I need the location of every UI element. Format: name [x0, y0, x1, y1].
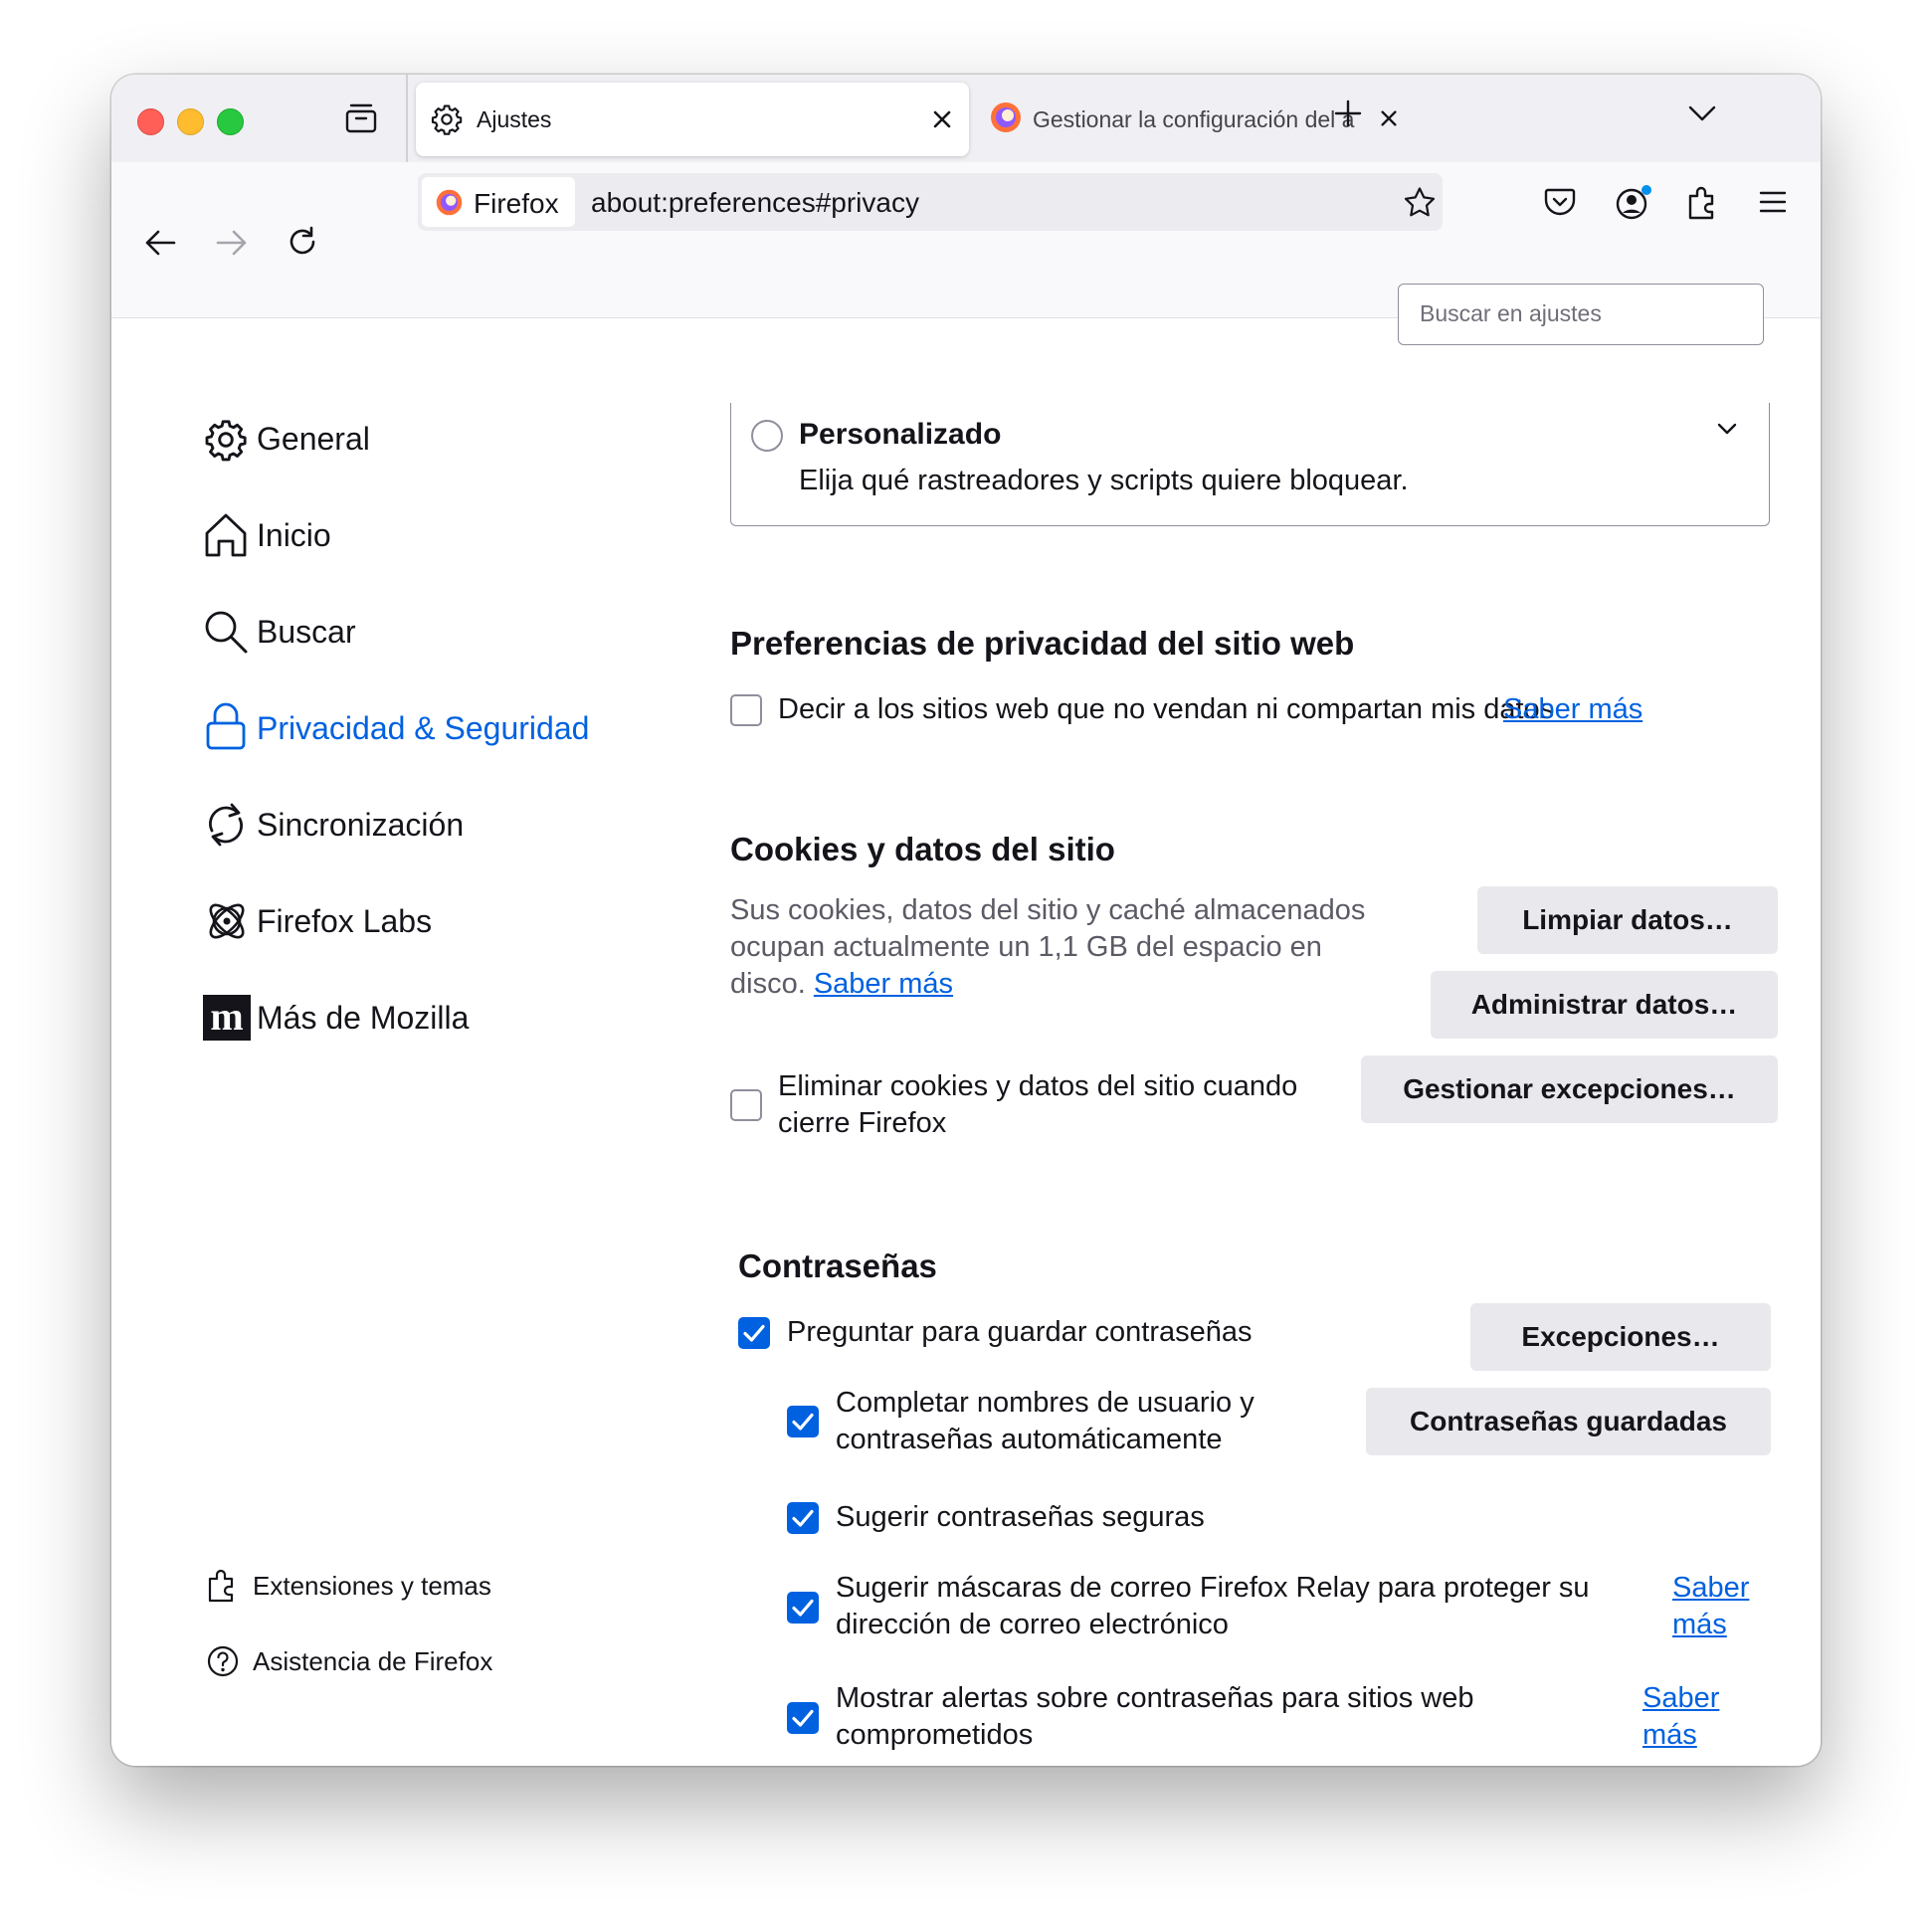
tracking-custom-option[interactable]: Personalizado Elija qué rastreadores y s…	[730, 403, 1770, 526]
identity-box[interactable]: Firefox	[422, 177, 575, 227]
do-not-sell-checkbox[interactable]	[730, 694, 762, 726]
tab-separator	[406, 75, 408, 162]
saved-passwords-button[interactable]: Contraseñas guardadas	[1366, 1388, 1771, 1455]
checkmark-icon	[792, 1413, 814, 1431]
menu-hamburger-icon[interactable]	[1758, 189, 1788, 215]
url-text[interactable]: about:preferences#privacy	[591, 187, 919, 219]
lock-icon	[206, 702, 246, 750]
delete-on-close-label: Eliminar cookies y datos del sitio cuand…	[778, 1070, 1298, 1139]
manage-exceptions-button[interactable]: Gestionar excepciones…	[1361, 1055, 1778, 1123]
site-privacy-learn-more-link[interactable]: Saber más	[1503, 691, 1642, 728]
settings-search-box[interactable]	[1398, 284, 1764, 345]
minimize-window-button[interactable]	[177, 108, 204, 135]
mozilla-m-icon: m	[203, 995, 251, 1041]
clear-data-button[interactable]: Limpiar datos…	[1477, 886, 1778, 954]
ask-save-passwords-label: Preguntar para guardar contraseñas	[787, 1316, 1253, 1348]
autofill-logins-label: Completar nombres de usuario y contraseñ…	[836, 1387, 1255, 1455]
cookies-learn-more-link[interactable]: Saber más	[814, 968, 953, 1000]
gear-icon	[205, 420, 247, 462]
sidebar-item-label: General	[257, 421, 370, 457]
home-icon	[205, 513, 247, 557]
reload-icon[interactable]	[286, 225, 319, 259]
tab-settings[interactable]: Ajustes	[416, 83, 969, 156]
sidebar-item-label: Buscar	[257, 614, 356, 650]
manage-data-button[interactable]: Administrar datos…	[1431, 971, 1778, 1039]
sidebar-item-label: Inicio	[257, 517, 331, 553]
firefox-logo-icon	[991, 102, 1021, 132]
bookmark-star-icon[interactable]	[1403, 186, 1437, 218]
new-tab-icon[interactable]	[1333, 98, 1363, 128]
site-privacy-heading: Preferencias de privacidad del sitio web	[730, 625, 1355, 662]
chevron-down-icon[interactable]	[1716, 421, 1738, 437]
help-icon	[207, 1645, 239, 1677]
ask-save-passwords-checkbox[interactable]	[738, 1317, 770, 1349]
puzzle-icon	[208, 1569, 234, 1603]
extensions-icon[interactable]	[1686, 184, 1718, 220]
sidebar-item-label: Más de Mozilla	[257, 1000, 470, 1036]
close-window-button[interactable]	[137, 108, 164, 135]
suggest-strong-passwords-label: Sugerir contraseñas seguras	[836, 1501, 1205, 1533]
browser-window: Ajustes Gestionar la configuración del a	[111, 75, 1821, 1766]
checkmark-icon	[792, 1509, 814, 1527]
passwords-heading: Contraseñas	[738, 1247, 937, 1284]
relay-masks-label: Sugerir máscaras de correo Firefox Relay…	[836, 1572, 1590, 1640]
account-icon[interactable]	[1615, 183, 1654, 221]
tab-bar: Ajustes Gestionar la configuración del a	[111, 75, 1821, 162]
atom-icon	[209, 903, 245, 939]
tab-title: Gestionar la configuración del a	[1033, 106, 1355, 132]
close-tab-icon[interactable]	[1379, 108, 1399, 128]
suggest-strong-passwords-checkbox[interactable]	[787, 1502, 819, 1534]
identity-label: Firefox	[474, 188, 559, 219]
relay-learn-more-link[interactable]: Saber más	[1672, 1570, 1764, 1643]
tab-title: Ajustes	[477, 106, 552, 132]
breach-alerts-label: Mostrar alertas sobre contraseñas para s…	[836, 1682, 1474, 1751]
custom-option-description: Elija qué rastreadores y scripts quiere …	[799, 465, 1409, 496]
chevron-down-icon[interactable]	[1687, 102, 1717, 124]
firefox-logo-icon	[436, 189, 463, 216]
relay-masks-checkbox[interactable]	[787, 1592, 819, 1624]
custom-option-title: Personalizado	[799, 418, 1002, 451]
autofill-logins-checkbox[interactable]	[787, 1406, 819, 1437]
url-bar[interactable]: Firefox about:preferences#privacy	[418, 173, 1443, 231]
do-not-sell-label: Decir a los sitios web que no vendan ni …	[778, 693, 1555, 725]
cookies-heading: Cookies y datos del sitio	[730, 831, 1115, 867]
firefox-view-icon[interactable]	[344, 102, 378, 134]
cookies-usage-text: Sus cookies, datos del sitio y caché alm…	[730, 892, 1367, 1003]
password-exceptions-button[interactable]: Excepciones…	[1470, 1303, 1771, 1371]
gear-icon	[431, 104, 463, 135]
sidebar-item-label: Sincronización	[257, 807, 465, 843]
back-arrow-icon[interactable]	[142, 228, 178, 258]
pocket-icon[interactable]	[1544, 187, 1576, 217]
forward-arrow-icon[interactable]	[214, 228, 250, 258]
custom-radio[interactable]	[751, 420, 783, 452]
breach-learn-more-link[interactable]: Saber más	[1642, 1680, 1734, 1754]
sidebar-item-label: Privacidad & Seguridad	[257, 710, 590, 746]
breach-alerts-checkbox[interactable]	[787, 1702, 819, 1734]
search-input[interactable]	[1418, 299, 1750, 328]
close-tab-icon[interactable]	[931, 108, 953, 130]
delete-on-close-checkbox[interactable]	[730, 1089, 762, 1121]
sidebar-item-label: Firefox Labs	[257, 903, 433, 939]
zoom-window-button[interactable]	[217, 108, 244, 135]
sidebar-footer-label: Asistencia de Firefox	[253, 1646, 493, 1676]
checkmark-icon	[743, 1324, 765, 1342]
sync-icon	[209, 803, 243, 847]
checkmark-icon	[792, 1599, 814, 1617]
checkmark-icon	[792, 1709, 814, 1727]
search-icon	[205, 611, 248, 654]
sidebar-footer-label: Extensiones y temas	[253, 1571, 491, 1601]
